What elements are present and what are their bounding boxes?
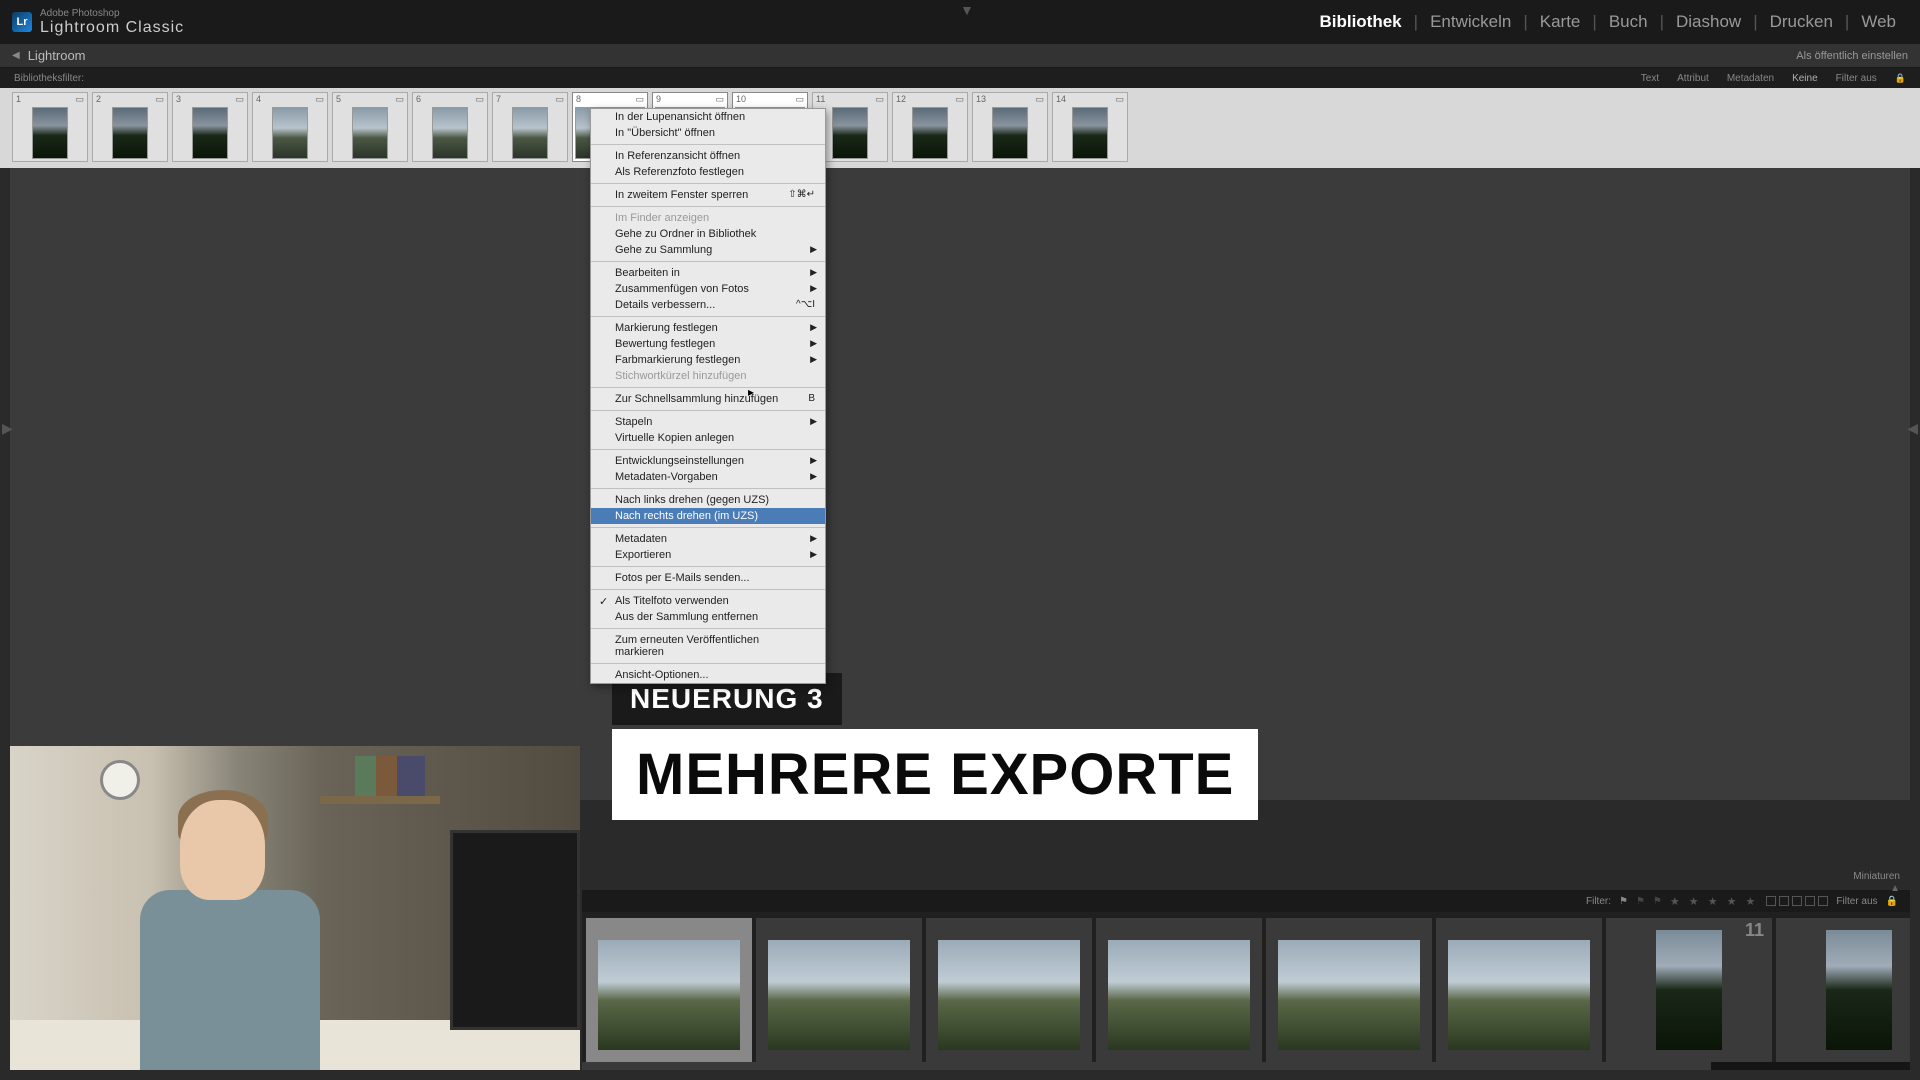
ctx-quick-collection[interactable]: Zur Schnellsammlung hinzufügenB: [591, 391, 825, 407]
filmstrip-scrollbar[interactable]: [582, 1062, 1910, 1070]
module-print[interactable]: Drucken: [1758, 12, 1845, 32]
video-title-overlay: NEUERUNG 3 MEHRERE EXPORTE: [612, 673, 1258, 820]
filmstrip-thumb[interactable]: [1266, 918, 1432, 1062]
module-library[interactable]: Bibliothek: [1307, 12, 1413, 32]
panel-toggle-top-icon[interactable]: ▼: [960, 2, 974, 18]
publish-button[interactable]: Als öffentlich einstellen: [1796, 50, 1908, 62]
collapse-arrow-icon[interactable]: ▲: [1890, 883, 1900, 894]
ctx-title-photo[interactable]: ✓Als Titelfoto verwenden: [591, 593, 825, 609]
filmstrip-thumb[interactable]: 11: [1606, 918, 1772, 1062]
ctx-set-reference[interactable]: Als Referenzfoto festlegen: [591, 164, 825, 180]
grid-thumb[interactable]: 3▭: [172, 92, 248, 162]
filmstrip-thumb[interactable]: 12: [1776, 918, 1910, 1062]
ctx-goto-folder[interactable]: Gehe zu Ordner in Bibliothek: [591, 226, 825, 242]
ctx-goto-collection[interactable]: Gehe zu Sammlung▶: [591, 242, 825, 258]
filter-text[interactable]: Text: [1641, 73, 1659, 84]
fs-flag-icon[interactable]: ⚑: [1636, 896, 1645, 907]
grid-thumb[interactable]: 1▭: [12, 92, 88, 162]
library-filter-bar: Bibliotheksfilter: Text Attribut Metadat…: [0, 68, 1920, 88]
filter-lock-icon[interactable]: 🔒: [1895, 73, 1906, 84]
grid-thumb[interactable]: 13▭: [972, 92, 1048, 162]
filter-off[interactable]: Filter aus: [1836, 73, 1877, 84]
ctx-virtual-copy[interactable]: Virtuelle Kopien anlegen: [591, 430, 825, 446]
module-web[interactable]: Web: [1849, 12, 1908, 32]
app-name: Lightroom Classic: [40, 19, 184, 37]
panel-toggle-left-icon[interactable]: ▶: [2, 420, 13, 437]
module-map[interactable]: Karte: [1528, 12, 1593, 32]
ctx-lock-second-window[interactable]: In zweitem Fenster sperren⇧⌘↵: [591, 187, 825, 203]
ctx-remove-collection[interactable]: Aus der Sammlung entfernen: [591, 609, 825, 625]
app-logo: Lr Adobe Photoshop Lightroom Classic: [12, 8, 184, 37]
filter-label: Bibliotheksfilter:: [14, 73, 84, 84]
ctx-rotate-cw[interactable]: Nach rechts drehen (im UZS): [591, 508, 825, 524]
fs-color-labels[interactable]: [1766, 896, 1828, 906]
filmstrip-thumb[interactable]: [926, 918, 1092, 1062]
ctx-show-finder: Im Finder anzeigen: [591, 210, 825, 226]
grid-thumb[interactable]: 2▭: [92, 92, 168, 162]
ctx-view-options[interactable]: Ansicht-Optionen...: [591, 667, 825, 683]
breadcrumb-bar: ◀ Lightroom Als öffentlich einstellen: [0, 44, 1920, 68]
ctx-set-color[interactable]: Farbmarkierung festlegen▶: [591, 352, 825, 368]
thumbnails-label: Miniaturen: [1853, 871, 1900, 882]
filter-none[interactable]: Keine: [1792, 73, 1818, 84]
filmstrip-thumb[interactable]: [756, 918, 922, 1062]
ctx-rotate-ccw[interactable]: Nach links drehen (gegen UZS): [591, 492, 825, 508]
filter-metadata[interactable]: Metadaten: [1727, 73, 1774, 84]
fs-filter-label: Filter:: [1586, 896, 1611, 907]
filmstrip-thumb[interactable]: [586, 918, 752, 1062]
context-menu: In der Lupenansicht öffnen In "Übersicht…: [590, 108, 826, 684]
title-main: MEHRERE EXPORTE: [612, 729, 1258, 820]
module-book[interactable]: Buch: [1597, 12, 1660, 32]
panel-toggle-right-icon[interactable]: ◀: [1907, 420, 1918, 437]
module-slideshow[interactable]: Diashow: [1664, 12, 1753, 32]
grid-view: 1▭ 2▭ 3▭ 4▭ 5▭ 6▭ 7▭ 8▭ 9▭ 10▭ 11▭ 12▭ 1…: [0, 88, 1920, 168]
grid-thumb[interactable]: 14▭: [1052, 92, 1128, 162]
fs-flag-icon[interactable]: ⚑: [1653, 896, 1662, 907]
filmstrip: Filter: ⚑ ⚑ ⚑ ★ ★ ★ ★ ★ Filter aus 🔒 11 …: [582, 890, 1910, 1070]
grid-thumb[interactable]: 7▭: [492, 92, 568, 162]
ctx-metadata[interactable]: Metadaten▶: [591, 531, 825, 547]
ctx-set-rating[interactable]: Bewertung festlegen▶: [591, 336, 825, 352]
ctx-set-flag[interactable]: Markierung festlegen▶: [591, 320, 825, 336]
ctx-email[interactable]: Fotos per E-Mails senden...: [591, 570, 825, 586]
fs-lock-icon[interactable]: 🔒: [1886, 896, 1898, 907]
filmstrip-thumb[interactable]: [1096, 918, 1262, 1062]
ctx-add-keyword: Stichwortkürzel hinzufügen: [591, 368, 825, 384]
module-picker: Bibliothek | Entwickeln | Karte | Buch |…: [1307, 12, 1908, 32]
ctx-open-survey[interactable]: In "Übersicht" öffnen: [591, 125, 825, 141]
ctx-open-reference[interactable]: In Referenzansicht öffnen: [591, 148, 825, 164]
fs-flag-icon[interactable]: ⚑: [1619, 896, 1628, 907]
module-develop[interactable]: Entwickeln: [1418, 12, 1523, 32]
filmstrip-thumbs: 11 12 13: [582, 912, 1910, 1068]
ctx-merge-photos[interactable]: Zusammenfügen von Fotos▶: [591, 281, 825, 297]
filmstrip-thumb[interactable]: [1436, 918, 1602, 1062]
ctx-mark-republish[interactable]: Zum erneuten Veröffentlichen markieren: [591, 632, 825, 660]
lr-logo-icon: Lr: [12, 12, 32, 32]
webcam-overlay: [10, 746, 580, 1070]
fs-filter-off[interactable]: Filter aus: [1836, 896, 1877, 907]
breadcrumb-label: Lightroom: [28, 48, 86, 63]
ctx-enhance-details[interactable]: Details verbessern...^⌥I: [591, 297, 825, 313]
ctx-develop-settings[interactable]: Entwicklungseinstellungen▶: [591, 453, 825, 469]
fs-rating-stars[interactable]: ★ ★ ★ ★ ★: [1670, 895, 1759, 908]
filmstrip-header: Filter: ⚑ ⚑ ⚑ ★ ★ ★ ★ ★ Filter aus 🔒: [582, 890, 1910, 912]
ctx-stacking[interactable]: Stapeln▶: [591, 414, 825, 430]
grid-thumb[interactable]: 6▭: [412, 92, 488, 162]
back-arrow-icon[interactable]: ◀: [12, 50, 20, 61]
grid-thumb[interactable]: 4▭: [252, 92, 328, 162]
ctx-metadata-presets[interactable]: Metadaten-Vorgaben▶: [591, 469, 825, 485]
ctx-edit-in[interactable]: Bearbeiten in▶: [591, 265, 825, 281]
cursor-icon: ▸: [748, 385, 754, 399]
filter-attribute[interactable]: Attribut: [1677, 73, 1709, 84]
grid-thumb[interactable]: 5▭: [332, 92, 408, 162]
ctx-export[interactable]: Exportieren▶: [591, 547, 825, 563]
ctx-open-loupe[interactable]: In der Lupenansicht öffnen: [591, 109, 825, 125]
grid-thumb[interactable]: 12▭: [892, 92, 968, 162]
brand-label: Adobe Photoshop: [40, 8, 184, 19]
